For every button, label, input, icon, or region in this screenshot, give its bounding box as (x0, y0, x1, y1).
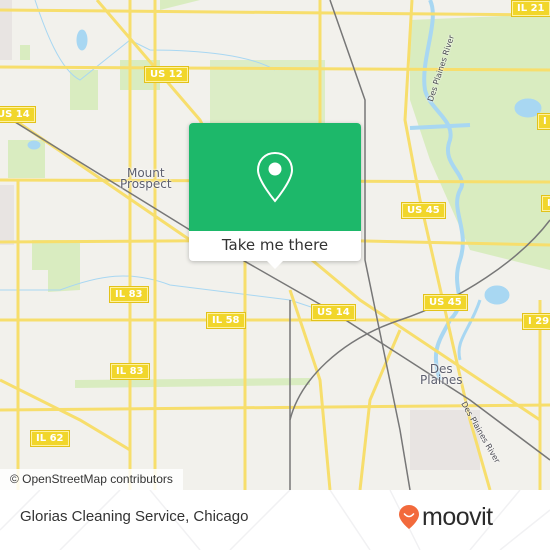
popup-tail (267, 261, 283, 269)
location-title: Glorias Cleaning Service, Chicago (20, 508, 249, 525)
route-shield-partial: I (537, 113, 550, 130)
place-label-line: Plaines (420, 373, 463, 387)
take-me-there-button[interactable]: Take me there (189, 231, 361, 261)
residential-area (0, 185, 14, 245)
place-label-des-plaines: Des Plaines (420, 363, 463, 387)
moovit-wordmark: moovit (422, 503, 493, 531)
popup-header[interactable] (189, 123, 361, 231)
lake (484, 285, 510, 305)
take-me-there-popup[interactable]: Take me there (189, 123, 361, 269)
footer-bar: Glorias Cleaning Service, Chicago moovit (0, 490, 550, 550)
road (0, 8, 550, 17)
moovit-logo[interactable]: moovit (398, 502, 493, 532)
road (358, 329, 402, 490)
park-area (32, 240, 80, 292)
route-shield-us-14: US 14 (0, 106, 36, 123)
park-area (75, 378, 310, 388)
park-area (20, 45, 30, 60)
route-shield-partial: I (541, 195, 550, 212)
route-shield-il-83: IL 83 (109, 286, 149, 303)
lake (27, 140, 41, 150)
route-shield-us-45: US 45 (401, 202, 446, 219)
route-shield-il-58: IL 58 (206, 312, 246, 329)
route-shield-us-14: US 14 (311, 304, 356, 321)
lake (76, 29, 88, 51)
route-shield-il-83: IL 83 (110, 363, 150, 380)
road (299, 248, 541, 422)
route-shield-i-29: I 29 (521, 313, 550, 330)
map-canvas[interactable]: IL 21 US 12 US 14 US 45 US 45 I 29 IL 83… (0, 0, 550, 490)
map-pin-icon (256, 151, 294, 203)
route-shield-us-45: US 45 (423, 294, 468, 311)
route-shield-il-21: IL 21 (511, 0, 550, 17)
moovit-pin-icon (399, 505, 419, 529)
park-area (410, 14, 550, 270)
place-label-line: Prospect (120, 177, 172, 191)
route-shield-il-62: IL 62 (30, 430, 70, 447)
park-area (160, 0, 200, 10)
place-label-mount-prospect: Mount Prospect (120, 167, 172, 191)
map-attribution[interactable]: © OpenStreetMap contributors (0, 469, 183, 490)
route-shield-us-12: US 12 (144, 66, 189, 83)
